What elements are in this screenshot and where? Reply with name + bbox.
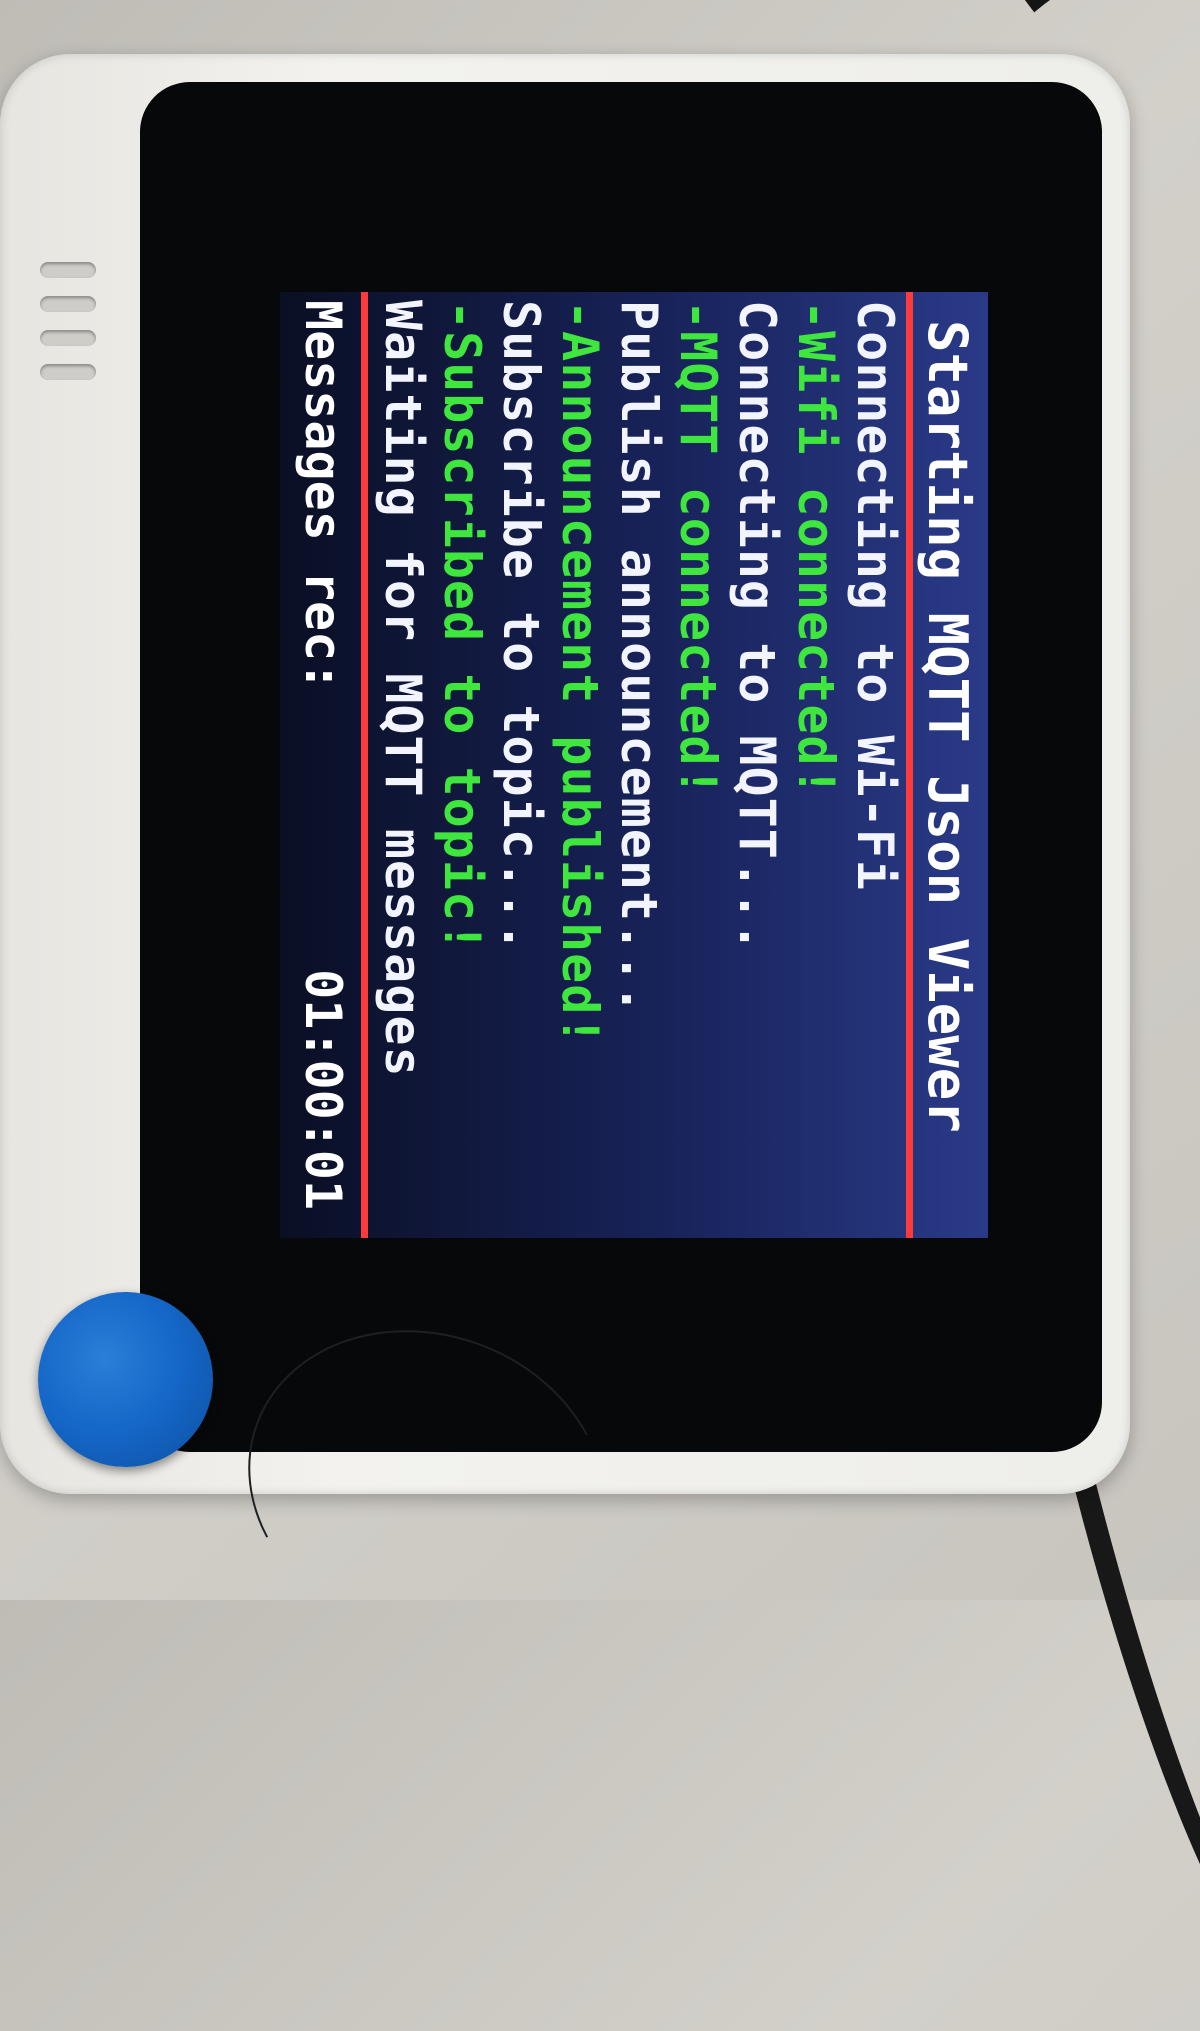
status-log: Connecting to Wi-Fi -Wifi connected! Conne…	[373, 300, 904, 1078]
speaker-grille	[40, 262, 96, 398]
log-line: -MQTT connected!	[669, 300, 727, 798]
bottom-divider	[361, 292, 368, 1238]
screen-title: Starting MQTT Json Viewer	[916, 320, 979, 1133]
log-line: -Announcement published!	[551, 300, 609, 1047]
log-line: -Wifi connected!	[787, 300, 845, 798]
display-screen: Starting MQTT Json Viewer Connecting to …	[280, 292, 988, 1238]
messages-received-label: Messages rec:	[294, 300, 352, 692]
log-line: Publish announcement...	[610, 300, 668, 1016]
log-line: Connecting to MQTT...	[728, 300, 786, 954]
uptime-clock: 01:00:01	[294, 969, 352, 1210]
log-line: Waiting for MQTT messages	[374, 300, 432, 1078]
log-line: -Subscribed to topic!	[433, 300, 491, 954]
log-line: Connecting to Wi-Fi	[846, 300, 904, 891]
log-line: Subscribe to topic...	[492, 300, 550, 954]
blue-button[interactable]	[38, 1292, 213, 1467]
status-footer: Messages rec: 01:00:01	[288, 300, 358, 1210]
top-divider	[906, 292, 913, 1238]
display-content: Starting MQTT Json Viewer Connecting to …	[280, 292, 988, 1238]
